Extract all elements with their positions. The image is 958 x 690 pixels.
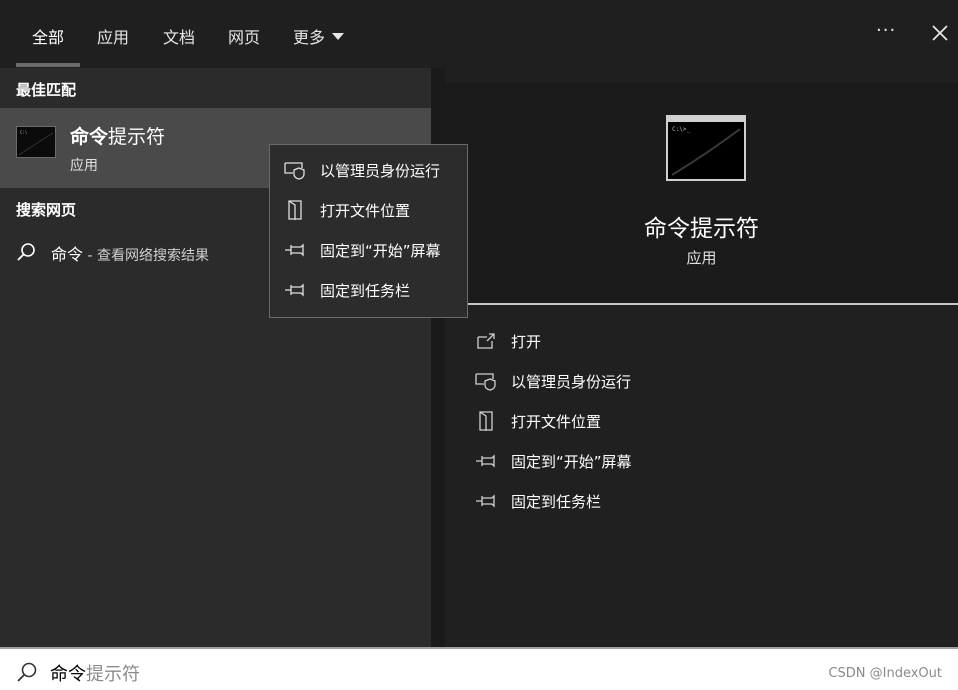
tab-web[interactable]: 网页 bbox=[228, 24, 260, 48]
tab-more[interactable]: 更多 bbox=[293, 24, 345, 48]
pin-icon bbox=[475, 490, 497, 512]
context-run-as-admin-label: 以管理员身份运行 bbox=[320, 161, 441, 180]
folder-icon bbox=[284, 199, 306, 221]
watermark: CSDN @IndexOut bbox=[828, 666, 942, 681]
app-title: 命令提示符 bbox=[644, 216, 759, 242]
more-options-icon[interactable]: ··· bbox=[876, 20, 896, 41]
context-pin-to-start[interactable]: 固定到“开始”屏幕 bbox=[284, 235, 464, 265]
action-pin-to-start-label: 固定到“开始”屏幕 bbox=[511, 452, 632, 471]
details-header: C:\>_ 命令提示符 应用 bbox=[445, 83, 958, 303]
context-open-file-location-label: 打开文件位置 bbox=[320, 201, 411, 220]
action-open-file-location[interactable]: 打开文件位置 bbox=[475, 406, 935, 436]
action-pin-to-start[interactable]: 固定到“开始”屏幕 bbox=[475, 446, 935, 476]
best-match-heading: 最佳匹配 bbox=[16, 81, 77, 99]
svg-text:C:\>_: C:\>_ bbox=[672, 126, 690, 133]
context-pin-to-start-label: 固定到“开始”屏幕 bbox=[320, 241, 441, 260]
web-search-text: 命令 - 查看网络搜索结果 bbox=[51, 245, 209, 264]
tab-more-label: 更多 bbox=[293, 28, 326, 47]
context-run-as-admin[interactable]: 以管理员身份运行 bbox=[284, 155, 464, 185]
open-icon bbox=[475, 330, 497, 352]
tab-apps[interactable]: 应用 bbox=[97, 24, 129, 48]
shield-icon bbox=[475, 370, 497, 392]
shield-icon bbox=[284, 159, 306, 181]
caret-down-icon bbox=[332, 32, 345, 40]
search-icon bbox=[17, 243, 35, 261]
search-icon bbox=[17, 662, 37, 682]
pin-icon bbox=[475, 450, 497, 472]
search-autocomplete: 提示符 bbox=[86, 664, 140, 685]
action-open[interactable]: 打开 bbox=[475, 326, 935, 356]
action-open-file-location-label: 打开文件位置 bbox=[511, 412, 602, 431]
pin-icon bbox=[284, 279, 306, 301]
tab-all[interactable]: 全部 bbox=[32, 24, 64, 48]
search-typed-text: 命令 bbox=[50, 664, 86, 685]
action-open-label: 打开 bbox=[511, 332, 542, 351]
pin-icon bbox=[284, 239, 306, 261]
best-match-name: 命令提示符 bbox=[70, 126, 166, 148]
close-icon bbox=[932, 25, 948, 41]
details-pane: C:\>_ 命令提示符 应用 打开 以管理员身份运行 打开文件位置 固定到“开始… bbox=[445, 83, 958, 647]
action-pin-to-taskbar-label: 固定到任务栏 bbox=[511, 492, 602, 511]
search-input[interactable]: 命令提示符 bbox=[50, 660, 140, 686]
command-prompt-large-icon: C:\>_ bbox=[666, 115, 746, 181]
folder-icon bbox=[475, 410, 497, 432]
action-run-as-admin-label: 以管理员身份运行 bbox=[511, 372, 632, 391]
details-divider bbox=[467, 303, 958, 305]
context-pin-to-taskbar-label: 固定到任务栏 bbox=[320, 281, 411, 300]
tab-documents[interactable]: 文档 bbox=[163, 24, 195, 48]
search-filter-bar: 全部 应用 文档 网页 更多 ··· bbox=[0, 0, 958, 68]
search-web-heading: 搜索网页 bbox=[16, 201, 77, 219]
active-tab-indicator bbox=[16, 63, 80, 67]
close-button[interactable] bbox=[928, 18, 952, 48]
context-open-file-location[interactable]: 打开文件位置 bbox=[284, 195, 464, 225]
app-type: 应用 bbox=[686, 249, 717, 267]
svg-text:C:\: C:\ bbox=[20, 130, 28, 135]
best-match-type: 应用 bbox=[70, 158, 98, 174]
search-bar[interactable]: 命令提示符 CSDN @IndexOut bbox=[0, 647, 958, 690]
context-pin-to-taskbar[interactable]: 固定到任务栏 bbox=[284, 275, 464, 305]
action-pin-to-taskbar[interactable]: 固定到任务栏 bbox=[475, 486, 935, 516]
context-menu: 以管理员身份运行 打开文件位置 固定到“开始”屏幕 固定到任务栏 bbox=[269, 144, 468, 318]
command-prompt-icon: C:\ bbox=[16, 126, 56, 158]
action-run-as-admin[interactable]: 以管理员身份运行 bbox=[475, 366, 935, 396]
